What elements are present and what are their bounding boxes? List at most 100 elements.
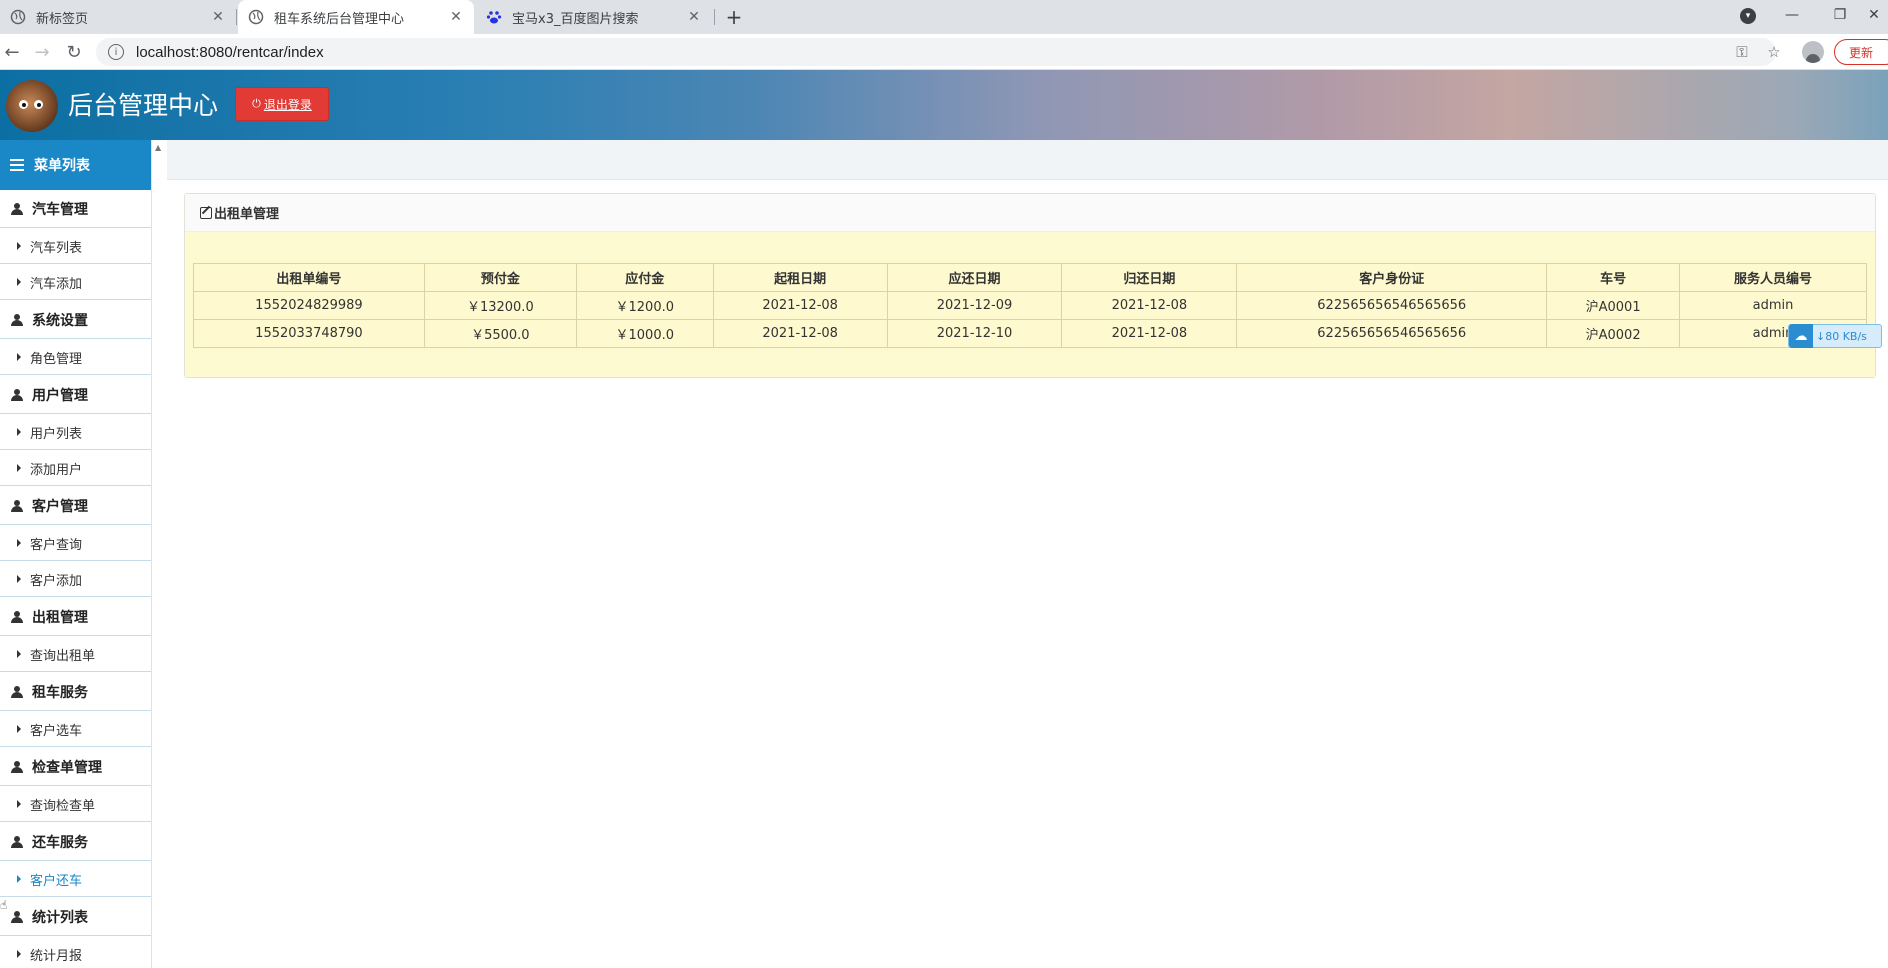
logo-avatar: [6, 80, 58, 132]
rental-order-panel: 出租单管理 出租单编号 预付金 应付金 起租日期 应还日期 归还日期 客户身份证…: [184, 193, 1876, 378]
minimize-icon[interactable]: —: [1770, 0, 1814, 30]
sidebar-group-5[interactable]: 用户管理: [0, 376, 151, 414]
avatar-eye: [19, 100, 28, 109]
globe-icon: [248, 9, 264, 25]
download-speed-widget[interactable]: ☁ ↓ 80 KB/s: [1788, 324, 1882, 348]
sidebar-item-label: 客户查询: [30, 537, 83, 553]
panel-body: 出租单编号 预付金 应付金 起租日期 应还日期 归还日期 客户身份证 车号 服务…: [185, 232, 1875, 377]
sidebar-item-label: 汽车添加: [30, 276, 83, 292]
sidebar-item-label: 客户管理: [32, 498, 88, 515]
sidebar-item-label: 客户还车: [30, 873, 83, 889]
sidebar-item-10[interactable]: 客户添加: [0, 562, 151, 597]
sidebar-group-15[interactable]: 检查单管理: [0, 748, 151, 786]
user-icon: [11, 313, 23, 326]
table-cell: ￥1200.0: [575, 291, 714, 320]
sidebar-item-label: 系统设置: [32, 312, 88, 329]
browser-tab-baidu[interactable]: 宝马x3_百度图片搜索 ✕: [476, 0, 712, 34]
column-header: 服务人员编号: [1679, 263, 1867, 292]
user-icon: [11, 835, 23, 848]
sidebar-group-17[interactable]: 还车服务: [0, 823, 151, 861]
sidebar-item-9[interactable]: 客户查询: [0, 526, 151, 561]
tab-search-icon[interactable]: ▾: [1740, 8, 1756, 24]
sidebar-item-4[interactable]: 角色管理: [0, 340, 151, 375]
sidebar-item-label: 查询出租单: [30, 648, 96, 664]
caret-right-icon: [17, 353, 21, 361]
sidebar-item-18[interactable]: 客户还车: [0, 862, 151, 897]
logout-button[interactable]: ⏻ 退出登录: [235, 87, 329, 121]
new-tab-button[interactable]: +: [722, 5, 746, 29]
table-cell: 沪A0001: [1546, 291, 1681, 320]
sidebar-item-label: 租车服务: [32, 684, 88, 701]
close-window-icon[interactable]: ✕: [1860, 0, 1888, 30]
download-speed: 80 KB/s: [1825, 329, 1867, 343]
tab-title: 宝马x3_百度图片搜索: [512, 11, 639, 27]
sidebar-item-7[interactable]: 添加用户: [0, 451, 151, 486]
sidebar-item-label: 用户管理: [32, 387, 88, 404]
column-header: 应还日期: [886, 263, 1063, 292]
column-header: 出租单编号: [193, 263, 425, 292]
column-header: 起租日期: [712, 263, 888, 292]
column-header: 预付金: [423, 263, 577, 292]
browser-tab-newtab[interactable]: 新标签页 ✕: [0, 0, 236, 34]
sidebar-item-6[interactable]: 用户列表: [0, 415, 151, 450]
update-button[interactable]: 更新: [1834, 39, 1888, 65]
sidebar-group-8[interactable]: 客户管理: [0, 487, 151, 525]
sidebar-item-label: 查询检查单: [30, 798, 96, 814]
tab-separator: [236, 9, 237, 25]
power-icon: ⏻: [252, 97, 261, 110]
close-icon[interactable]: ✕: [210, 9, 226, 25]
user-icon: [11, 760, 23, 773]
info-icon[interactable]: i: [108, 44, 124, 60]
address-bar[interactable]: i localhost:8080/rentcar/index: [96, 38, 1776, 66]
key-icon[interactable]: ⚿: [1732, 42, 1752, 62]
sidebar-item-14[interactable]: 客户选车: [0, 712, 151, 747]
caret-right-icon: [17, 875, 21, 883]
sidebar-group-11[interactable]: 出租管理: [0, 598, 151, 636]
caret-right-icon: [17, 539, 21, 547]
list-icon: [10, 159, 24, 171]
table-row: 1552033748790 ￥5500.0 ￥1000.0 2021-12-08…: [193, 319, 1867, 348]
sidebar-group-13[interactable]: 租车服务: [0, 673, 151, 711]
sidebar-item-1[interactable]: 汽车列表: [0, 229, 151, 264]
close-icon[interactable]: ✕: [448, 9, 464, 25]
reload-icon[interactable]: ↻: [62, 40, 86, 64]
user-icon: [11, 388, 23, 401]
sidebar-item-label: 出租管理: [32, 609, 88, 626]
caret-right-icon: [17, 950, 21, 958]
caret-right-icon: [17, 242, 21, 250]
table-cell: 1552024829989: [193, 291, 425, 320]
sidebar-item-label: 客户选车: [30, 723, 83, 739]
sidebar-item-20[interactable]: 统计月报: [0, 937, 151, 968]
forward-arrow-icon[interactable]: →: [30, 40, 54, 64]
sidebar-group-19[interactable]: 统计列表: [0, 898, 151, 936]
restore-icon[interactable]: ❐: [1818, 0, 1862, 30]
profile-avatar-icon[interactable]: [1802, 41, 1824, 63]
browser-tab-rentcar[interactable]: 租车系统后台管理中心 ✕: [238, 0, 474, 34]
sidebar-item-12[interactable]: 查询出租单: [0, 637, 151, 672]
panel-heading: 出租单管理: [185, 194, 1875, 232]
table-cell: 2021-12-08: [1061, 291, 1238, 320]
sidebar-item-label: 汽车列表: [30, 240, 83, 256]
table-cell: 1552033748790: [193, 319, 425, 348]
scroll-up-icon[interactable]: ▲: [155, 143, 161, 152]
caret-right-icon: [17, 428, 21, 436]
table-cell: 2021-12-10: [886, 319, 1063, 348]
address-url: localhost:8080/rentcar/index: [136, 43, 324, 61]
sidebar-item-2[interactable]: 汽车添加: [0, 265, 151, 300]
user-icon: [11, 685, 23, 698]
sidebar-item-label: 检查单管理: [32, 759, 102, 776]
sidebar-group-3[interactable]: 系统设置: [0, 301, 151, 339]
column-header: 客户身份证: [1236, 263, 1548, 292]
sidebar-title: 菜单列表: [34, 158, 90, 174]
column-header: 应付金: [575, 263, 714, 292]
star-icon[interactable]: ☆: [1764, 42, 1784, 62]
sidebar-group-0[interactable]: 汽车管理: [0, 190, 151, 228]
panel-title: 出租单管理: [214, 207, 280, 222]
table-cell: ￥5500.0: [423, 319, 577, 348]
browser-toolbar: ← → ↻ i localhost:8080/rentcar/index ⚿ ☆…: [0, 34, 1888, 70]
cloud-icon: ☁: [1789, 324, 1813, 348]
back-arrow-icon[interactable]: ←: [0, 40, 24, 64]
user-icon: [11, 910, 23, 923]
close-icon[interactable]: ✕: [686, 9, 702, 25]
sidebar-item-16[interactable]: 查询检查单: [0, 787, 151, 822]
